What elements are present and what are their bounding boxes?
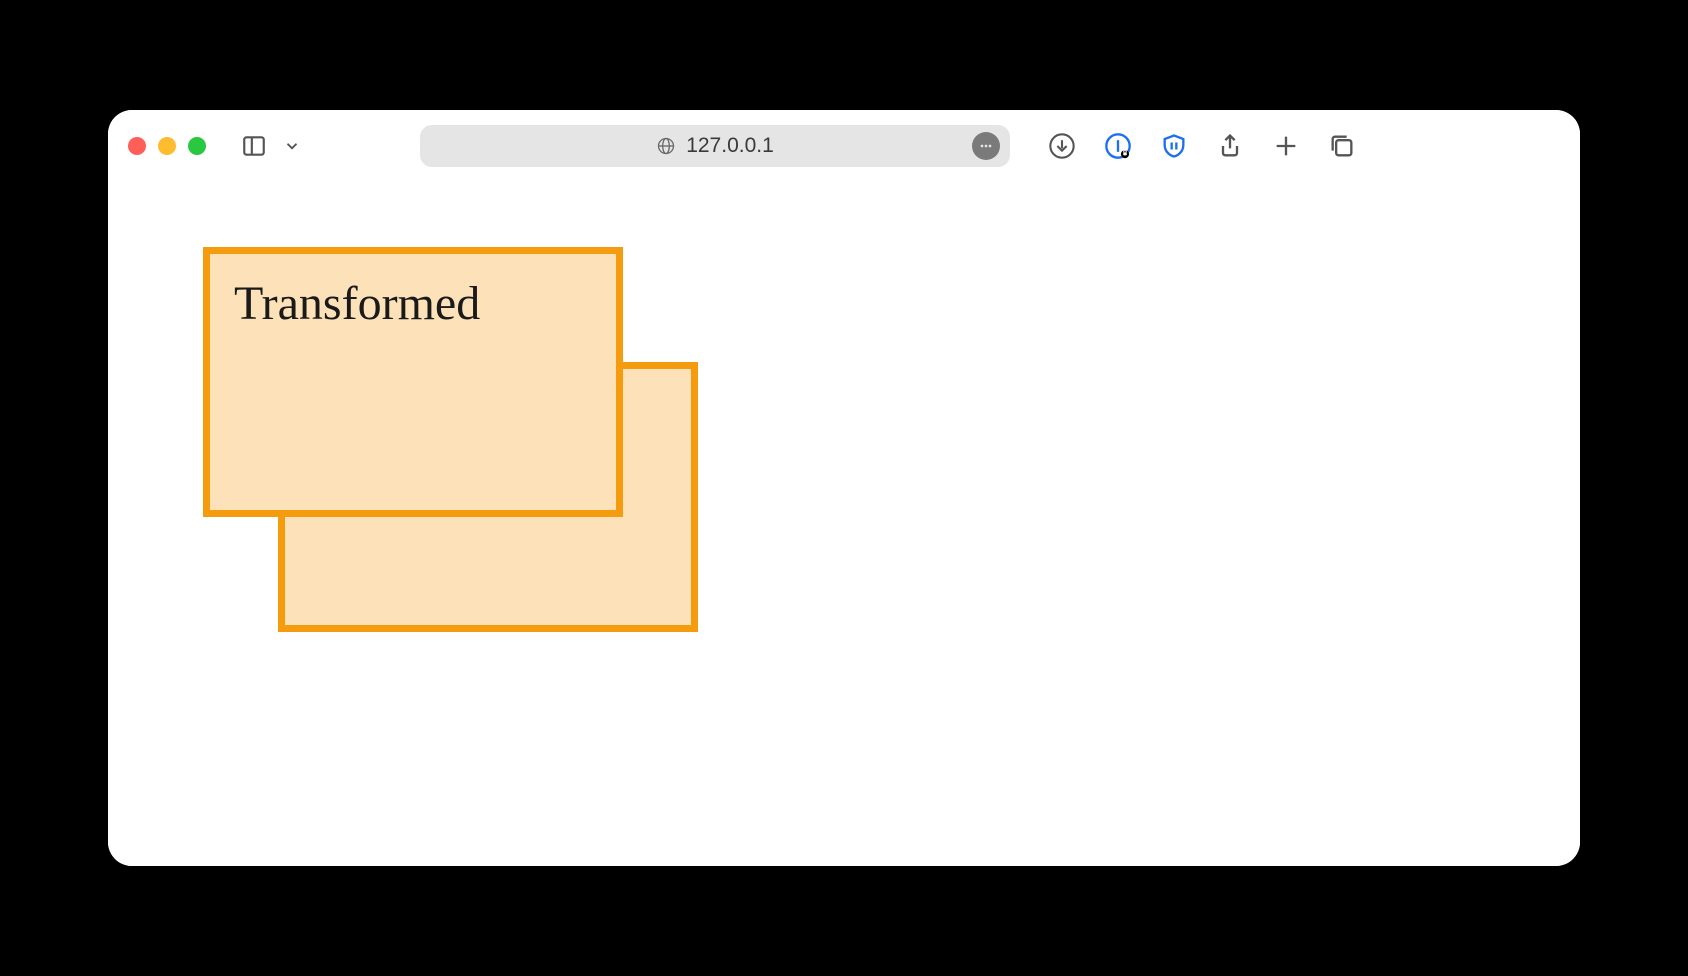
extension-onepassword-icon[interactable] [1104, 132, 1132, 160]
page-content: Transformed [108, 182, 1580, 866]
minimize-window-button[interactable] [158, 137, 176, 155]
toolbar-right-icons [1048, 132, 1356, 160]
close-window-button[interactable] [128, 137, 146, 155]
maximize-window-button[interactable] [188, 137, 206, 155]
extension-shield-icon[interactable] [1160, 132, 1188, 160]
browser-toolbar: 127.0.0.1 [108, 110, 1580, 182]
tab-group-dropdown[interactable] [278, 132, 306, 160]
sidebar-controls [240, 132, 306, 160]
address-bar[interactable]: 127.0.0.1 [420, 125, 1010, 167]
new-tab-button[interactable] [1272, 132, 1300, 160]
more-options-badge[interactable] [972, 132, 1000, 160]
address-url-text: 127.0.0.1 [686, 134, 774, 158]
transformed-box: Transformed [203, 247, 623, 517]
browser-window: 127.0.0.1 [108, 110, 1580, 866]
sidebar-toggle-button[interactable] [240, 132, 268, 160]
transformed-box-label: Transformed [234, 276, 592, 331]
share-button[interactable] [1216, 132, 1244, 160]
tab-overview-button[interactable] [1328, 132, 1356, 160]
globe-icon [656, 136, 676, 156]
window-controls [128, 137, 206, 155]
downloads-button[interactable] [1048, 132, 1076, 160]
